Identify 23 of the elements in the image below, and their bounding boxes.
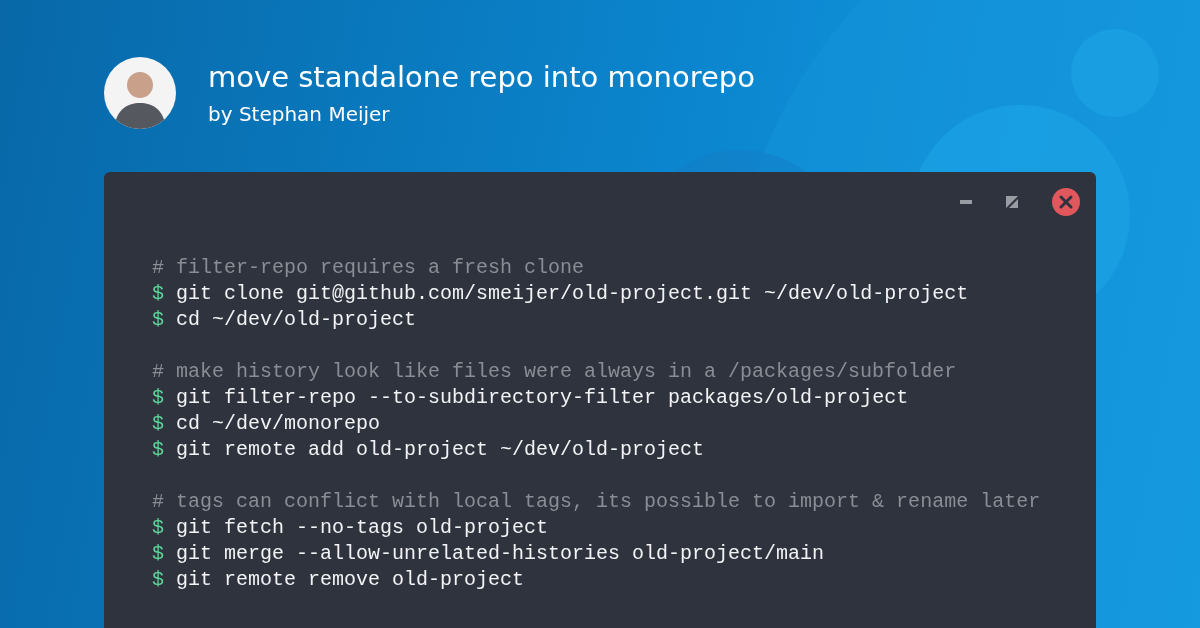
command-text: git remote remove old-project xyxy=(176,568,525,591)
prompt-symbol: $ xyxy=(152,516,164,539)
prompt-symbol: $ xyxy=(152,282,164,305)
prompt-symbol: $ xyxy=(152,412,164,435)
code-comment: # make history look like files were always in a /packages/subfolder xyxy=(152,359,958,385)
command-text: cd ~/dev/old-project xyxy=(176,308,417,331)
command-text: git fetch --no-tags old-project xyxy=(176,516,549,539)
author-byline: by Stephan Meijer xyxy=(208,101,391,127)
code-comment: # tags can conflict with local tags, its possible to import & rename later xyxy=(152,489,1042,515)
command-text: git merge --allow-unrelated-histories old-project/main xyxy=(176,542,825,565)
prompt-symbol: $ xyxy=(152,568,164,591)
command-text: cd ~/dev/monorepo xyxy=(176,412,381,435)
prompt-symbol: $ xyxy=(152,438,164,461)
close-icon[interactable] xyxy=(1052,188,1080,216)
prompt-symbol: $ xyxy=(152,542,164,565)
post-title: move standalone repo into monorepo xyxy=(208,59,755,95)
prompt-symbol: $ xyxy=(152,308,164,331)
command-text: git filter-repo --to-subdirectory-filter packages/old-project xyxy=(176,386,909,409)
command-text: git remote add old-project ~/dev/old-project xyxy=(176,438,705,461)
code-comment: # filter-repo requires a fresh clone xyxy=(152,255,586,281)
maximize-icon[interactable] xyxy=(1006,196,1018,208)
command-text: git clone git@github.com/smeijer/old-project.git ~/dev/old-project xyxy=(176,282,969,305)
prompt-symbol: $ xyxy=(152,386,164,409)
